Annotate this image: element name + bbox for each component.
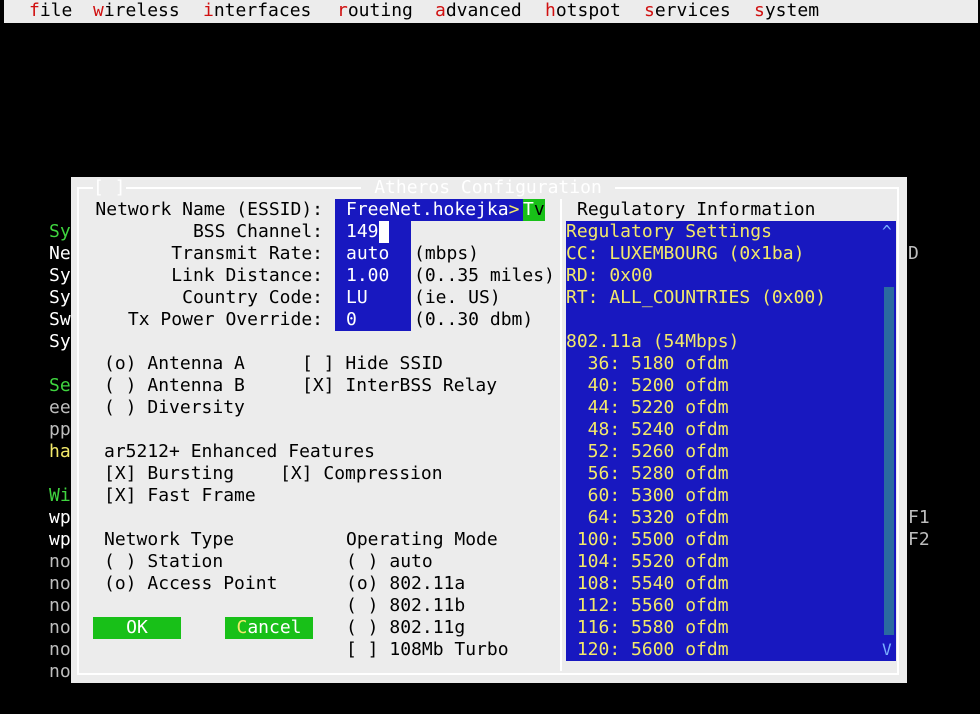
- hide-ssid-checkbox[interactable]: [ ] Hide SSID: [302, 353, 443, 375]
- background-line: no: [49, 595, 71, 616]
- menu-bar: file wireless interfaces routing advance…: [4, 0, 978, 23]
- enhanced-features-title: ar5212+ Enhanced Features: [104, 441, 375, 462]
- background-line: Sy: [49, 221, 71, 242]
- menu-advanced[interactable]: advanced: [435, 0, 522, 22]
- background-line: Sy: [49, 265, 71, 286]
- text-cursor: [378, 221, 389, 243]
- regulatory-scrollbar[interactable]: ^ V: [882, 221, 896, 661]
- background-line: no: [49, 617, 71, 638]
- menu-routing[interactable]: routing: [337, 0, 413, 22]
- access-point-radio[interactable]: (o) Access Point: [104, 573, 277, 595]
- regulatory-line: 60: 5300 ofdm: [566, 485, 729, 506]
- mode-auto-radio[interactable]: ( ) auto: [346, 551, 433, 573]
- menu-interfaces[interactable]: interfaces: [203, 0, 311, 22]
- operating-mode-title: Operating Mode: [346, 529, 498, 550]
- distance-input[interactable]: 1.00: [346, 265, 389, 287]
- background-line: no: [49, 639, 71, 660]
- regulatory-line: Regulatory Settings: [566, 221, 772, 242]
- regulatory-line: CC: LUXEMBOURG (0x1ba): [566, 243, 805, 264]
- regulatory-line: 100: 5500 ofdm: [566, 529, 729, 550]
- ok-button[interactable]: OK: [93, 617, 181, 639]
- country-label: Country Code:: [182, 287, 323, 308]
- network-type-title: Network Type: [104, 529, 235, 550]
- bursting-checkbox[interactable]: [X] Bursting: [104, 463, 234, 485]
- distance-label: Link Distance:: [171, 265, 323, 286]
- antenna-a-radio[interactable]: (o) Antenna A: [104, 353, 245, 375]
- turbo-checkbox[interactable]: [ ] 108Mb Turbo: [346, 639, 509, 661]
- background-line: ee: [49, 397, 71, 418]
- scroll-down-icon[interactable]: V: [882, 639, 892, 661]
- regulatory-line: 36: 5180 ofdm: [566, 353, 729, 374]
- background-line: wp: [49, 529, 71, 550]
- channel-label: BSS Channel:: [192, 221, 323, 242]
- essid-overflow-text: Tv: [523, 199, 545, 221]
- fast-frame-checkbox[interactable]: [X] Fast Frame: [104, 485, 256, 507]
- power-unit: (0..30 dbm): [414, 309, 534, 330]
- antenna-b-radio[interactable]: ( ) Antenna B: [104, 375, 245, 397]
- background-line: Se: [49, 375, 71, 396]
- station-radio[interactable]: ( ) Station: [104, 551, 223, 573]
- panel-divider: [560, 199, 562, 671]
- essid-label: Network Name (ESSID):: [95, 199, 323, 220]
- background-right-d: D: [908, 243, 919, 264]
- background-line: Wi: [49, 485, 71, 506]
- background-line: Sw: [49, 309, 71, 330]
- menu-wireless[interactable]: wireless: [93, 0, 180, 22]
- power-label: Tx Power Override:: [127, 309, 323, 330]
- background-right-f1: F1: [908, 507, 930, 528]
- background-line: wp: [49, 507, 71, 528]
- regulatory-line: 120: 5600 ofdm: [566, 639, 729, 660]
- regulatory-info-title: Regulatory Information: [577, 199, 816, 220]
- background-line: Ne: [49, 243, 71, 264]
- menu-hotspot[interactable]: hotspot: [545, 0, 621, 22]
- regulatory-line: 40: 5200 ofdm: [566, 375, 729, 396]
- background-line: pp: [49, 419, 71, 440]
- background-line: no: [49, 551, 71, 572]
- interbss-relay-checkbox[interactable]: [X] InterBSS Relay: [302, 375, 497, 397]
- cancel-button[interactable]: Cancel: [225, 617, 313, 639]
- regulatory-info-panel[interactable]: Regulatory Settings CC: LUXEMBOURG (0x1ba…: [566, 221, 896, 661]
- regulatory-line: 112: 5560 ofdm: [566, 595, 729, 616]
- country-unit: (ie. US): [414, 287, 501, 308]
- mode-80211b-radio[interactable]: ( ) 802.11b: [346, 595, 465, 617]
- regulatory-line: 44: 5220 ofdm: [566, 397, 729, 418]
- distance-unit: (0..35 miles): [414, 265, 555, 286]
- regulatory-line: 64: 5320 ofdm: [566, 507, 729, 528]
- background-line: ha: [49, 441, 71, 462]
- scroll-up-icon[interactable]: ^: [882, 221, 892, 243]
- compression-checkbox[interactable]: [X] Compression: [280, 463, 443, 485]
- dialog-title: Atheros Configuration: [361, 177, 615, 199]
- mode-80211g-radio[interactable]: ( ) 802.11g: [346, 617, 465, 639]
- power-input[interactable]: 0: [346, 309, 357, 331]
- scrollbar-track[interactable]: [884, 287, 894, 635]
- regulatory-line: RD: 0x00: [566, 265, 653, 286]
- regulatory-line: 56: 5280 ofdm: [566, 463, 729, 484]
- rate-input[interactable]: auto: [346, 243, 389, 265]
- regulatory-line: RT: ALL_COUNTRIES (0x00): [566, 287, 827, 308]
- background-right-f2: F2: [908, 529, 930, 550]
- menu-system[interactable]: system: [754, 0, 819, 22]
- dialog-close-button[interactable]: [ ]: [93, 177, 126, 199]
- mode-80211a-radio[interactable]: (o) 802.11a: [346, 573, 465, 595]
- regulatory-line: 108: 5540 ofdm: [566, 573, 729, 594]
- regulatory-line: 802.11a (54Mbps): [566, 331, 740, 352]
- regulatory-line: 52: 5260 ofdm: [566, 441, 729, 462]
- background-line: Sy: [49, 331, 71, 352]
- rate-label: Transmit Rate:: [171, 243, 323, 264]
- menu-services[interactable]: services: [644, 0, 731, 22]
- atheros-config-dialog: [ ] Atheros Configuration Network Name (…: [71, 177, 907, 683]
- regulatory-line: 48: 5240 ofdm: [566, 419, 729, 440]
- diversity-radio[interactable]: ( ) Diversity: [104, 397, 245, 419]
- background-line: no: [49, 573, 71, 594]
- menu-file[interactable]: file: [29, 0, 72, 22]
- regulatory-line: 104: 5520 ofdm: [566, 551, 729, 572]
- essid-input[interactable]: FreeNet.hokejka>: [335, 199, 523, 221]
- regulatory-line: 116: 5580 ofdm: [566, 617, 729, 638]
- background-line: no: [49, 661, 71, 682]
- channel-input[interactable]: 149: [346, 221, 389, 243]
- country-input[interactable]: LU: [346, 287, 368, 309]
- rate-unit: (mbps): [414, 243, 480, 264]
- background-line: Sy: [49, 287, 71, 308]
